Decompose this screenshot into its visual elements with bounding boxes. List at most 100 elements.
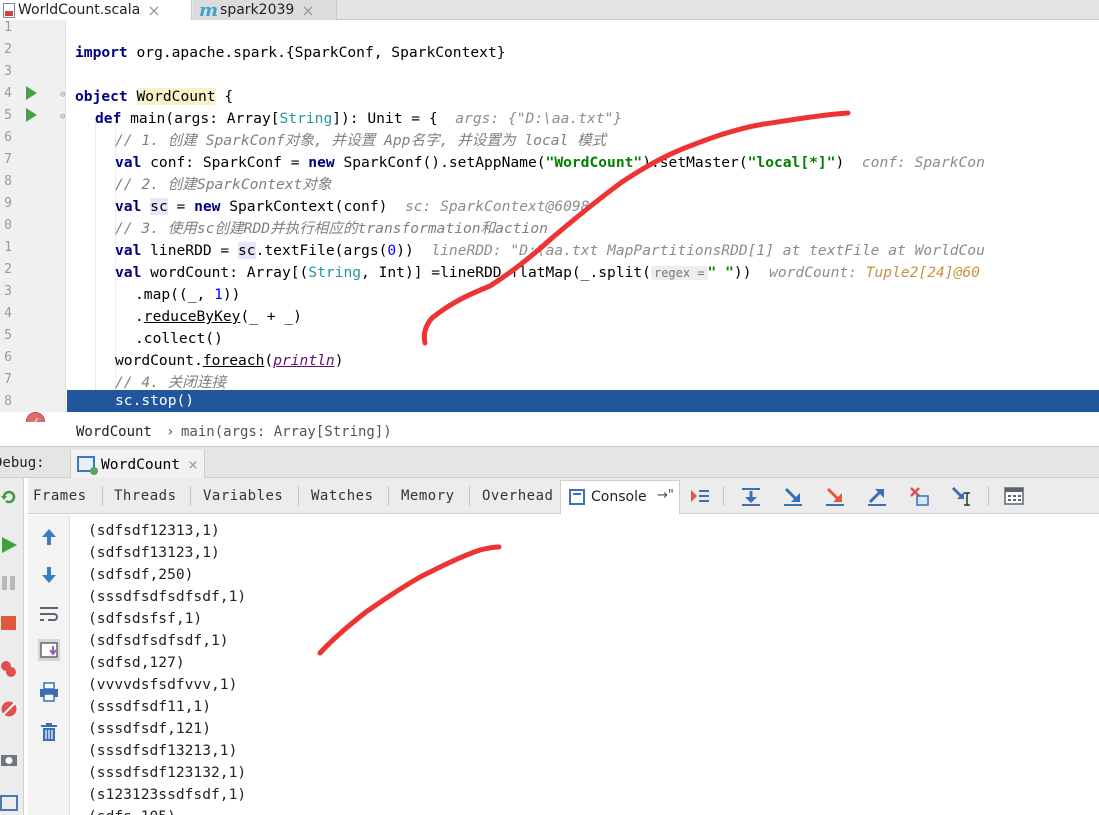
- console-line: (sssdfsdfsdfsdf,1): [88, 588, 247, 605]
- debug-config-label: WordCount: [101, 455, 181, 473]
- code-line-2: import org.apache.spark.{SparkConf, Spar…: [75, 44, 506, 61]
- tab-spark2039[interactable]: m spark2039 ×: [193, 0, 337, 21]
- arrow-down-icon[interactable]: [38, 564, 60, 586]
- line-number: 4: [4, 306, 12, 321]
- line-number: 2: [4, 262, 12, 277]
- console-line: (sssdfsdf13213,1): [88, 742, 238, 759]
- console-line: (sdfs,105): [88, 806, 1088, 815]
- arrow-up-icon[interactable]: [38, 526, 60, 548]
- inline-debug-value: sc: SparkContext@6098: [404, 198, 590, 215]
- code-line-8: // 2. 创建SparkContext对象: [115, 176, 332, 193]
- soft-wrap-icon[interactable]: [38, 603, 60, 625]
- tab-memory[interactable]: Memory: [401, 488, 455, 504]
- console-line: (sssdfsdf11,1): [88, 698, 212, 715]
- drop-frame-icon[interactable]: [908, 485, 930, 507]
- tab-console[interactable]: Console →": [560, 480, 680, 514]
- line-number: 3: [4, 64, 12, 79]
- code-line-4: object WordCount {: [75, 88, 234, 105]
- editor-gutter: 1 2 3 4 5 6 7 8 9 0 1 2 3 4 5 6 7 8 ⊖ ⊖ …: [0, 20, 66, 431]
- tab-worldcount-scala[interactable]: WorldCount.scala ×: [0, 0, 192, 20]
- close-icon[interactable]: ×: [301, 1, 314, 20]
- line-number: 9: [4, 196, 12, 211]
- tab-threads[interactable]: Threads: [114, 488, 177, 504]
- line-number: 3: [4, 284, 12, 299]
- maven-icon: m: [199, 0, 219, 21]
- camera-icon[interactable]: [0, 750, 18, 768]
- debug-header: Debug: WordCount ×: [0, 446, 1099, 478]
- console-line: (sdfsd,127): [88, 654, 185, 671]
- step-into-icon[interactable]: [782, 485, 804, 507]
- code-editor[interactable]: import org.apache.spark.{SparkConf, Spar…: [67, 20, 1099, 412]
- inline-debug-value: conf: SparkCon: [861, 154, 985, 171]
- tab-divider: [469, 486, 470, 506]
- line-number: 8: [4, 174, 12, 189]
- resume-icon[interactable]: [0, 536, 18, 554]
- tab-frames[interactable]: Frames: [33, 488, 87, 504]
- breadcrumb: WordCount › main(args: Array[String]): [0, 422, 1099, 444]
- line-number: 4: [4, 86, 12, 101]
- tab-divider: [102, 486, 103, 506]
- console-line: (sssdfsdf,121): [88, 720, 212, 737]
- line-number: 1: [4, 240, 12, 255]
- force-step-into-icon[interactable]: [824, 485, 846, 507]
- tab-watches[interactable]: Watches: [311, 488, 374, 504]
- breadcrumb-method[interactable]: main(args: Array[String]): [181, 424, 392, 440]
- step-out-icon[interactable]: [866, 485, 888, 507]
- fold-icon[interactable]: ⊖: [60, 112, 65, 122]
- console-line: (sssdfsdf123132,1): [88, 764, 247, 781]
- debug-left-toolbar: [0, 478, 24, 815]
- run-config-icon: [77, 456, 98, 475]
- print-icon[interactable]: [38, 681, 60, 703]
- view-breakpoints-icon[interactable]: [0, 660, 18, 678]
- tab-label: WorldCount.scala: [18, 2, 141, 18]
- fold-icon[interactable]: ⊖: [60, 90, 65, 100]
- console-icon: [569, 489, 585, 505]
- code-line-10: // 3. 使用sc创建RDD并执行相应的transformation和acti…: [115, 220, 548, 237]
- code-line-7: val conf: SparkConf = new SparkConf().se…: [115, 154, 985, 171]
- evaluate-expression-icon[interactable]: [1003, 485, 1025, 507]
- run-object-icon[interactable]: [26, 86, 37, 100]
- toolbar-divider: [723, 486, 724, 506]
- inline-debug-value: wordCount:: [769, 264, 857, 281]
- debug-toolbar: Frames Threads Variables Watches Memory …: [28, 478, 1099, 514]
- code-line-15: .collect(): [135, 330, 223, 347]
- pause-icon[interactable]: [0, 574, 18, 592]
- debug-config-tab[interactable]: WordCount ×: [70, 450, 205, 478]
- layout-icon[interactable]: [0, 794, 18, 812]
- console-line: (sdfsdf12313,1): [88, 522, 220, 539]
- restore-layout-icon[interactable]: →": [657, 488, 674, 503]
- rerun-icon[interactable]: [0, 488, 18, 506]
- run-to-cursor-icon[interactable]: [950, 485, 972, 507]
- breadcrumb-separator: ›: [166, 424, 175, 440]
- trash-icon[interactable]: [38, 721, 60, 743]
- console-line: (sdfsdfsdfsdf,1): [88, 632, 229, 649]
- code-line-11: val lineRDD = sc.textFile(args(0)) lineR…: [115, 242, 985, 259]
- line-number: 8: [4, 394, 12, 409]
- parameter-hint: regex =: [650, 266, 708, 280]
- inline-debug-value: lineRDD: "D:\aa.txt MapPartitionsRDD[1] …: [431, 242, 985, 259]
- console-side-toolbar: [28, 515, 70, 815]
- stop-icon[interactable]: [0, 614, 18, 632]
- tab-overhead[interactable]: Overhead: [482, 488, 553, 504]
- tab-divider: [190, 486, 191, 506]
- current-execution-line: sc.stop(): [67, 390, 1099, 412]
- editor-tab-bar: WorldCount.scala × m spark2039 ×: [0, 0, 1099, 21]
- run-main-icon[interactable]: [26, 108, 37, 122]
- tab-divider: [388, 486, 389, 506]
- line-number: 7: [4, 372, 12, 387]
- close-icon[interactable]: ×: [188, 455, 198, 474]
- console-line: (vvvvdsfsdfvvv,1): [88, 676, 238, 693]
- line-number: 5: [4, 328, 12, 343]
- close-icon[interactable]: ×: [147, 1, 160, 20]
- tab-variables[interactable]: Variables: [203, 488, 283, 504]
- line-number: 1: [4, 20, 12, 35]
- show-execution-point-icon[interactable]: [689, 485, 711, 507]
- scroll-to-end-icon[interactable]: [38, 639, 60, 661]
- step-over-icon[interactable]: [740, 485, 762, 507]
- console-output[interactable]: (sdfsdf12313,1) (sdfsdf13123,1) (sdfsdf,…: [88, 520, 1088, 815]
- line-number: 0: [4, 218, 12, 233]
- breadcrumb-class[interactable]: WordCount: [76, 424, 152, 440]
- mute-breakpoints-icon[interactable]: [0, 700, 18, 718]
- code-line-5: def main(args: Array[String]): Unit = { …: [95, 110, 623, 127]
- code-line-12: val wordCount: Array[(String, Int)] =lin…: [115, 264, 980, 281]
